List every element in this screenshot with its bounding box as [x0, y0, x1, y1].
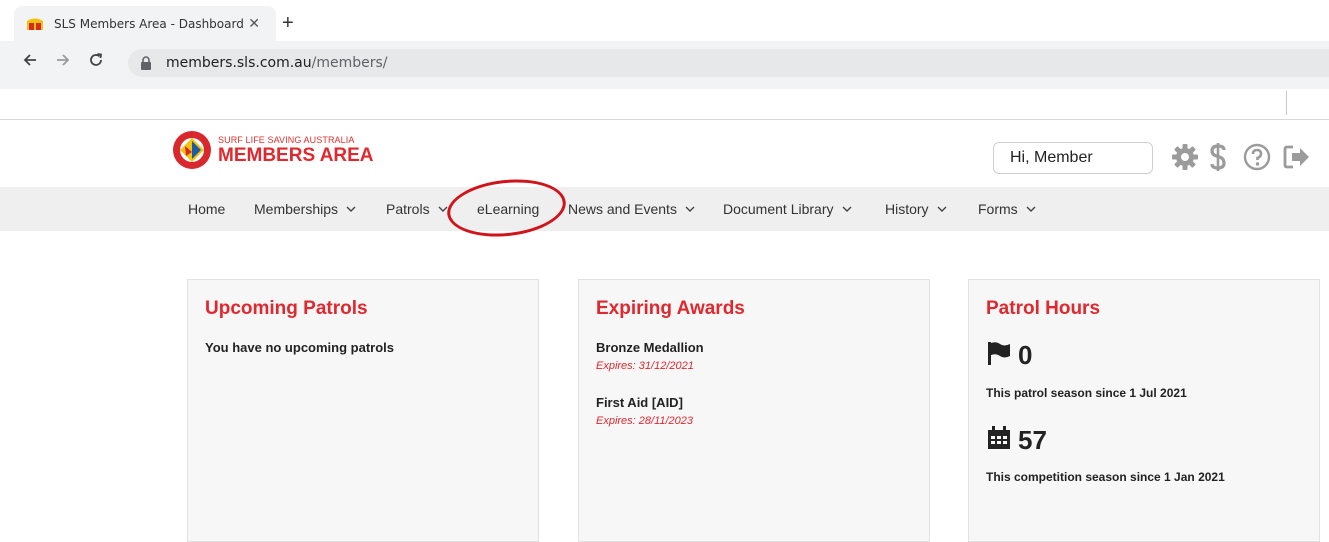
nav-item-forms[interactable]: Forms: [978, 187, 1036, 231]
member-greeting[interactable]: Hi, Member: [993, 142, 1153, 174]
chevron-down-icon: [937, 204, 947, 214]
card-title: Upcoming Patrols: [205, 298, 368, 319]
browser-tab[interactable]: SLS Members Area - Dashboard ✕: [14, 6, 276, 41]
nav-item-history[interactable]: History: [885, 187, 947, 231]
nav-label: News and Events: [568, 201, 677, 217]
chevron-down-icon: [1026, 204, 1036, 214]
bookmark-bar: [0, 89, 1329, 120]
award-expiry: Expires: 31/12/2021: [596, 360, 694, 372]
nav-item-news-and-events[interactable]: News and Events: [568, 187, 695, 231]
logo-subtitle: SURF LIFE SAVING AUSTRALIA: [218, 134, 355, 145]
reload-icon[interactable]: [88, 51, 104, 73]
nav-label: Forms: [978, 201, 1018, 217]
tab-close-icon[interactable]: ✕: [248, 15, 260, 32]
lock-icon: [140, 55, 156, 71]
greeting-text: Hi, Member: [1010, 149, 1093, 166]
back-arrow-icon[interactable]: [22, 51, 38, 73]
dollar-icon[interactable]: [1206, 140, 1230, 174]
chevron-down-icon: [346, 204, 356, 214]
competition-hours-stat: 57: [986, 425, 1047, 456]
logout-icon[interactable]: [1282, 140, 1312, 174]
main-nav: Home Memberships Patrols eLearning News …: [0, 187, 1329, 231]
nav-label: Patrols: [386, 201, 430, 217]
nav-item-patrols[interactable]: Patrols: [386, 187, 448, 231]
nav-item-home[interactable]: Home: [188, 187, 225, 231]
flag-icon: [986, 340, 1012, 371]
gear-icon[interactable]: [1170, 140, 1200, 174]
patrol-hours-value: 0: [1018, 340, 1033, 370]
card-title: Expiring Awards: [596, 298, 745, 319]
card-title: Patrol Hours: [986, 298, 1101, 319]
nav-item-memberships[interactable]: Memberships: [254, 187, 356, 231]
nav-label: Home: [188, 201, 226, 217]
award-expiry: Expires: 28/11/2023: [596, 415, 694, 427]
patrol-hours-card: Patrol Hours 0 This patrol season since …: [968, 279, 1320, 542]
expiring-awards-card: Expiring Awards Bronze Medallion Expires…: [578, 279, 930, 542]
calendar-icon: [986, 425, 1012, 456]
chevron-down-icon: [685, 204, 695, 214]
sls-favicon-icon: [26, 17, 44, 31]
chevron-down-icon: [438, 204, 448, 214]
nav-label: History: [885, 201, 929, 217]
award-name: First Aid [AID]: [596, 395, 683, 410]
upcoming-patrols-card: Upcoming Patrols You have no upcoming pa…: [187, 279, 539, 542]
award-name: Bronze Medallion: [596, 340, 704, 355]
nav-label: Memberships: [254, 201, 339, 217]
sls-logo[interactable]: SURF LIFE SAVING AUSTRALIA MEMBERS AREA: [172, 125, 374, 175]
chevron-down-icon: [842, 204, 852, 214]
logo-text: SURF LIFE SAVING AUSTRALIA MEMBERS AREA: [218, 135, 374, 166]
address-bar[interactable]: members.sls.com.au/members/: [128, 49, 1329, 77]
tab-title: SLS Members Area - Dashboard: [54, 16, 244, 31]
forward-arrow-icon[interactable]: [55, 51, 71, 73]
competition-season-caption: This competition season since 1 Jan 2021: [986, 470, 1225, 484]
sls-badge-icon: [173, 131, 211, 169]
url-text: members.sls.com.au/members/: [166, 55, 388, 71]
patrol-hours-stat: 0: [986, 340, 1032, 371]
browser-toolbar: members.sls.com.au/members/: [0, 41, 1329, 89]
no-patrols-message: You have no upcoming patrols: [205, 340, 394, 355]
logo-title: MEMBERS AREA: [218, 144, 374, 166]
nav-label: Document Library: [723, 201, 834, 217]
help-icon[interactable]: [1240, 140, 1274, 174]
patrol-season-caption: This patrol season since 1 Jul 2021: [986, 386, 1187, 400]
url-host: members.sls.com.au: [166, 55, 312, 71]
new-tab-button[interactable]: +: [282, 13, 294, 33]
bookmark-separator: [1286, 91, 1287, 115]
competition-hours-value: 57: [1018, 425, 1047, 455]
nav-item-document-library[interactable]: Document Library: [723, 187, 852, 231]
highlight-circle: [444, 173, 569, 243]
url-path: /members/: [311, 55, 388, 71]
browser-tabstrip: SLS Members Area - Dashboard ✕ +: [0, 0, 1329, 41]
